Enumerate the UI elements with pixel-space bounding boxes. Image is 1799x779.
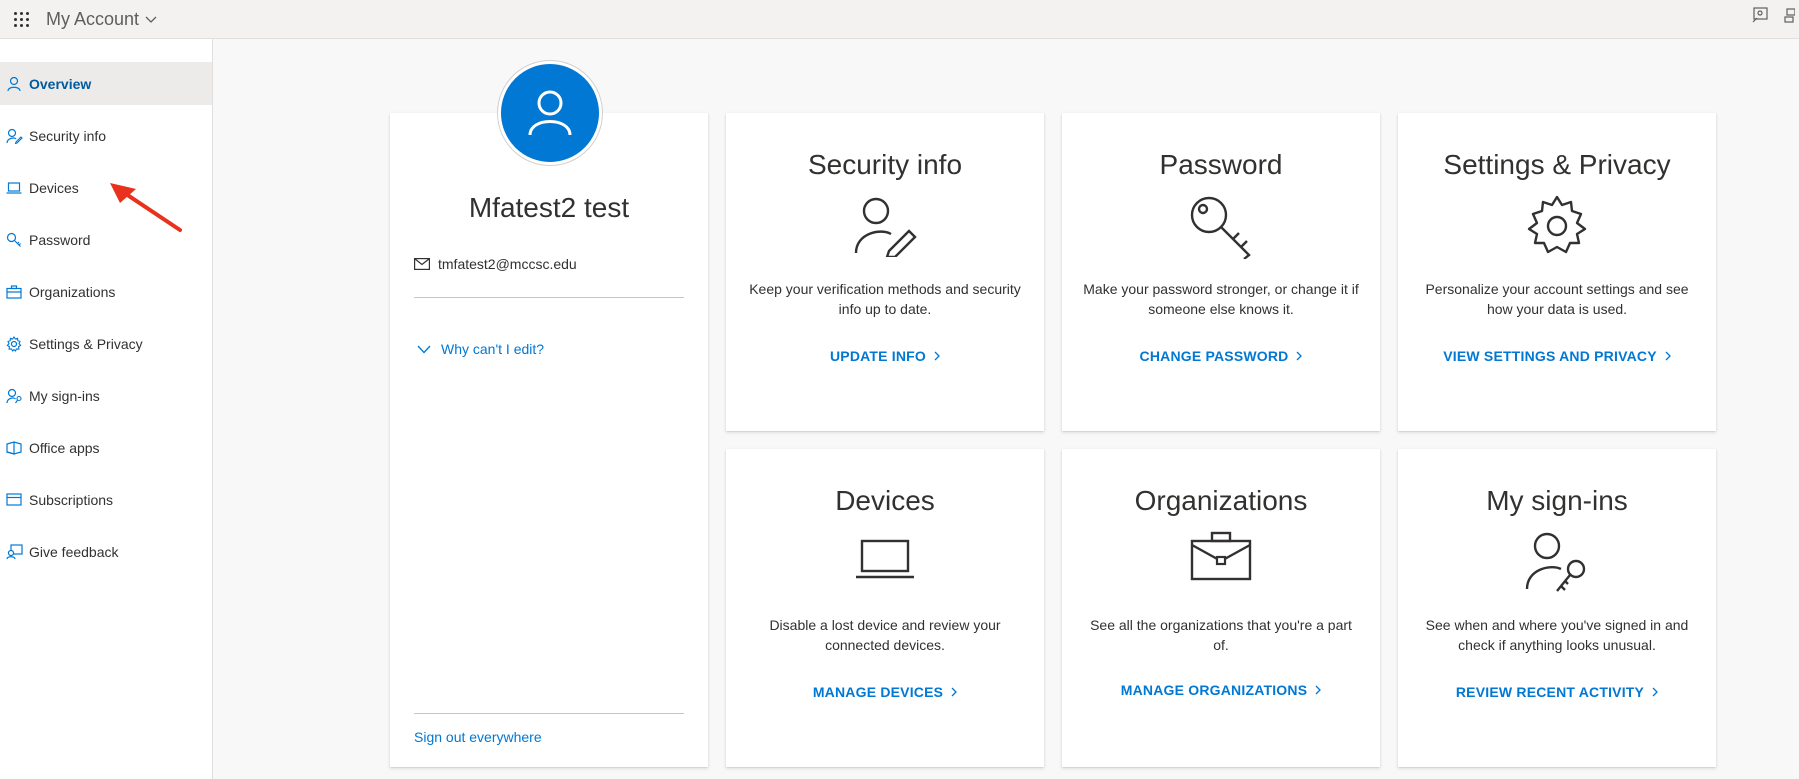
sidebar-item-overview[interactable]: Overview [0,62,212,105]
sidebar-item-label: Devices [29,179,79,196]
sidebar-item-label: Give feedback [29,543,119,560]
sidebar-item-my-sign-ins[interactable]: My sign-ins [0,374,212,417]
person-icon [4,74,24,94]
organizations-tile: Organizations See all the organizations … [1062,449,1380,767]
key-icon [4,230,24,250]
tile-title: My sign-ins [1486,485,1628,516]
tile-description: See when and where you've signed in and … [1425,617,1689,653]
key-icon [1190,196,1251,259]
chevron-down-icon [145,16,157,23]
chevron-right-icon [1315,685,1322,695]
tile-title: Security info [807,149,963,180]
divider [414,713,684,714]
person-key-icon [1525,532,1586,592]
top-bar: My Account [0,0,1799,39]
feedback-icon [1752,7,1768,23]
feedback-button[interactable] [1741,0,1779,30]
person-key-icon [4,386,24,406]
sidebar-item-label: Settings & Privacy [29,335,143,352]
gear-icon [1527,195,1587,254]
tile-link-label: CHANGE PASSWORD [1139,348,1289,364]
tile-title: Devices [835,485,935,516]
app-title: My Account [46,8,140,29]
org-icon [1784,8,1795,23]
sidebar: Overview Security info Devices Password … [0,39,213,779]
chevron-right-icon [951,687,958,697]
laptop-icon [856,539,914,579]
person-icon [528,90,572,136]
manage-devices-link[interactable]: MANAGE DEVICES [726,684,1044,700]
sidebar-item-settings-privacy[interactable]: Settings & Privacy [0,322,212,365]
briefcase-icon [1190,531,1252,581]
tile-link-label: UPDATE INFO [829,348,927,364]
laptop-icon [4,178,24,198]
chevron-right-icon [1652,687,1659,697]
person-edit-icon [4,126,24,146]
avatar [498,61,602,165]
tile-description: Personalize your account settings and se… [1425,281,1689,317]
update-info-link[interactable]: UPDATE INFO [726,348,1044,364]
devices-tile: Devices Disable a lost device and review… [726,449,1044,767]
why-link-label: Why can't I edit? [441,341,545,357]
sidebar-item-label: Organizations [29,283,116,300]
annotation-arrow [110,183,182,232]
manage-organizations-link[interactable]: MANAGE ORGANIZATIONS [1062,682,1380,698]
chevron-right-icon [1665,351,1671,361]
tile-link-label: VIEW SETTINGS AND PRIVACY [1443,348,1657,364]
chevron-down-icon [417,345,431,353]
change-password-link[interactable]: CHANGE PASSWORD [1062,348,1380,364]
app-title-button[interactable]: My Account [46,9,157,30]
card-icon [4,490,24,510]
main-content: Mfatest2 test tmfatest2@mccsc.edu Why ca… [213,39,1799,779]
profile-name: Mfatest2 test [468,192,630,223]
tile-link-label: MANAGE DEVICES [812,684,944,700]
password-tile: Password Make your password stronger, or… [1062,113,1380,431]
feedback-icon [4,542,24,562]
tile-description: Make your password stronger, or change i… [1083,281,1359,317]
security-info-tile: Security info Keep your verification met… [726,113,1044,431]
tile-description: Keep your verification methods and secur… [749,281,1021,317]
briefcase-icon [4,282,24,302]
tile-title: Organizations [1134,485,1308,516]
sidebar-item-label: Subscriptions [29,491,114,508]
profile-email-text: tmfatest2@mccsc.edu [438,256,577,272]
sidebar-item-office-apps[interactable]: Office apps [0,426,212,469]
tile-description: See all the organizations that you're a … [1090,617,1352,653]
tile-title: Password [1159,149,1283,180]
sidebar-item-label: Overview [29,75,92,92]
profile-email: tmfatest2@mccsc.edu [414,256,577,272]
tile-description: Disable a lost device and review your co… [769,617,1001,653]
sidebar-item-subscriptions[interactable]: Subscriptions [0,478,212,521]
app-launcher-button[interactable] [0,4,42,34]
app-launcher-icon [13,11,29,27]
view-settings-privacy-link[interactable]: VIEW SETTINGS AND PRIVACY [1398,348,1716,364]
review-recent-activity-link[interactable]: REVIEW RECENT ACTIVITY [1398,684,1716,700]
sidebar-item-label: My sign-ins [29,387,100,404]
divider [414,297,684,298]
tile-link-label: REVIEW RECENT ACTIVITY [1455,684,1645,700]
sidebar-item-security-info[interactable]: Security info [0,114,212,157]
person-edit-icon [854,197,917,257]
settings-privacy-tile: Settings & Privacy Personalize your acco… [1398,113,1716,431]
sidebar-item-label: Office apps [29,439,100,456]
tile-title: Settings & Privacy [1443,149,1671,180]
profile-card: Mfatest2 test tmfatest2@mccsc.edu Why ca… [390,113,708,767]
org-button[interactable] [1779,0,1799,30]
sidebar-item-label: Security info [29,127,107,144]
office-icon [4,438,24,458]
chevron-right-icon [1297,351,1303,361]
my-sign-ins-tile: My sign-ins See when and where you've si… [1398,449,1716,767]
sidebar-item-label: Password [29,231,91,248]
mail-icon [414,258,430,270]
gear-icon [4,334,24,354]
chevron-right-icon [934,351,940,361]
sidebar-item-give-feedback[interactable]: Give feedback [0,530,212,573]
tile-link-label: MANAGE ORGANIZATIONS [1120,682,1308,698]
sign-out-everywhere-link[interactable]: Sign out everywhere [414,729,542,745]
sidebar-item-organizations[interactable]: Organizations [0,270,212,313]
why-cant-i-edit-link[interactable]: Why can't I edit? [417,341,544,357]
